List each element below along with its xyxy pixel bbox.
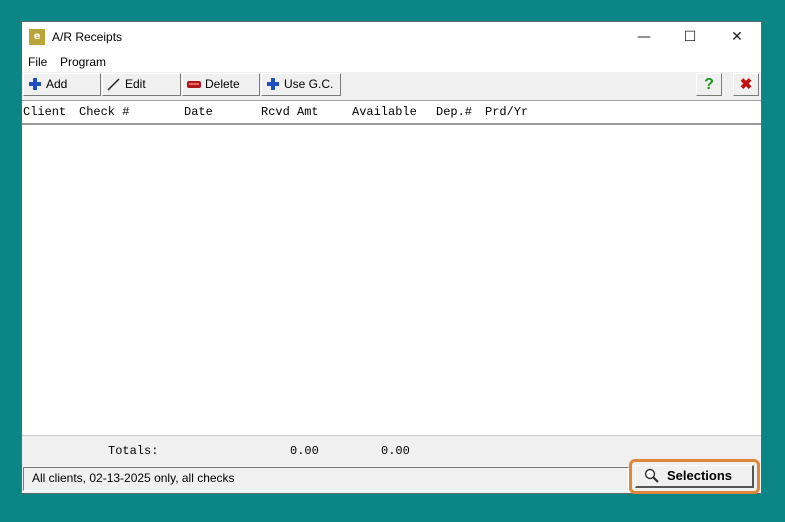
plus-icon (267, 78, 279, 90)
column-check[interactable]: Check # (79, 105, 129, 119)
close-button[interactable]: ✕ (714, 22, 760, 52)
menu-program[interactable]: Program (60, 55, 106, 69)
menu-bar: File Program (22, 52, 761, 72)
column-date[interactable]: Date (184, 105, 213, 119)
column-client[interactable]: Client (23, 105, 66, 119)
selections-button[interactable]: Selections (635, 465, 754, 488)
exit-icon: ✖ (739, 76, 753, 93)
app-icon: e (29, 29, 45, 45)
column-rcvd-amt[interactable]: Rcvd Amt (261, 105, 319, 119)
column-prd-yr[interactable]: Prd/Yr (485, 105, 528, 119)
pencil-icon (107, 78, 120, 91)
minimize-button[interactable]: — (621, 22, 667, 52)
totals-available: 0.00 (381, 444, 410, 458)
status-bar: All clients, 02-13-2025 only, all checks (23, 467, 629, 491)
delete-icon (187, 81, 201, 88)
menu-file[interactable]: File (28, 55, 47, 69)
help-button[interactable]: ? (696, 73, 722, 96)
maximize-button[interactable]: ☐ (667, 22, 713, 52)
delete-button-label: Delete (205, 77, 240, 91)
add-button-label: Add (46, 77, 68, 91)
totals-rcvd-amt: 0.00 (290, 444, 319, 458)
use-gc-button-label: Use G.C. (284, 77, 334, 91)
status-text: All clients, 02-13-2025 only, all checks (32, 471, 235, 485)
selections-highlight: Selections (629, 459, 760, 494)
delete-button[interactable]: Delete (182, 73, 260, 96)
edit-button-label: Edit (125, 77, 146, 91)
window-title: A/R Receipts (52, 30, 123, 44)
exit-button[interactable]: ✖ (733, 73, 759, 96)
use-gc-button[interactable]: Use G.C. (261, 73, 341, 96)
receipts-list[interactable]: Client Check # Date Rcvd Amt Available D… (22, 100, 761, 436)
column-dep[interactable]: Dep.# (436, 105, 472, 119)
toolbar: Add Edit Delete Use G.C. ? ✖ (22, 72, 761, 98)
add-button[interactable]: Add (23, 73, 101, 96)
plus-icon (29, 78, 41, 90)
selections-button-label: Selections (667, 468, 733, 483)
list-header: Client Check # Date Rcvd Amt Available D… (22, 101, 761, 125)
totals-label: Totals: (108, 444, 159, 458)
column-available[interactable]: Available (352, 105, 417, 119)
edit-button[interactable]: Edit (102, 73, 181, 96)
ar-receipts-window: e A/R Receipts — ☐ ✕ File Program Add Ed… (21, 21, 762, 494)
help-icon: ? (704, 76, 714, 93)
title-bar[interactable]: e A/R Receipts — ☐ ✕ (22, 22, 761, 52)
magnifier-icon (644, 468, 659, 483)
